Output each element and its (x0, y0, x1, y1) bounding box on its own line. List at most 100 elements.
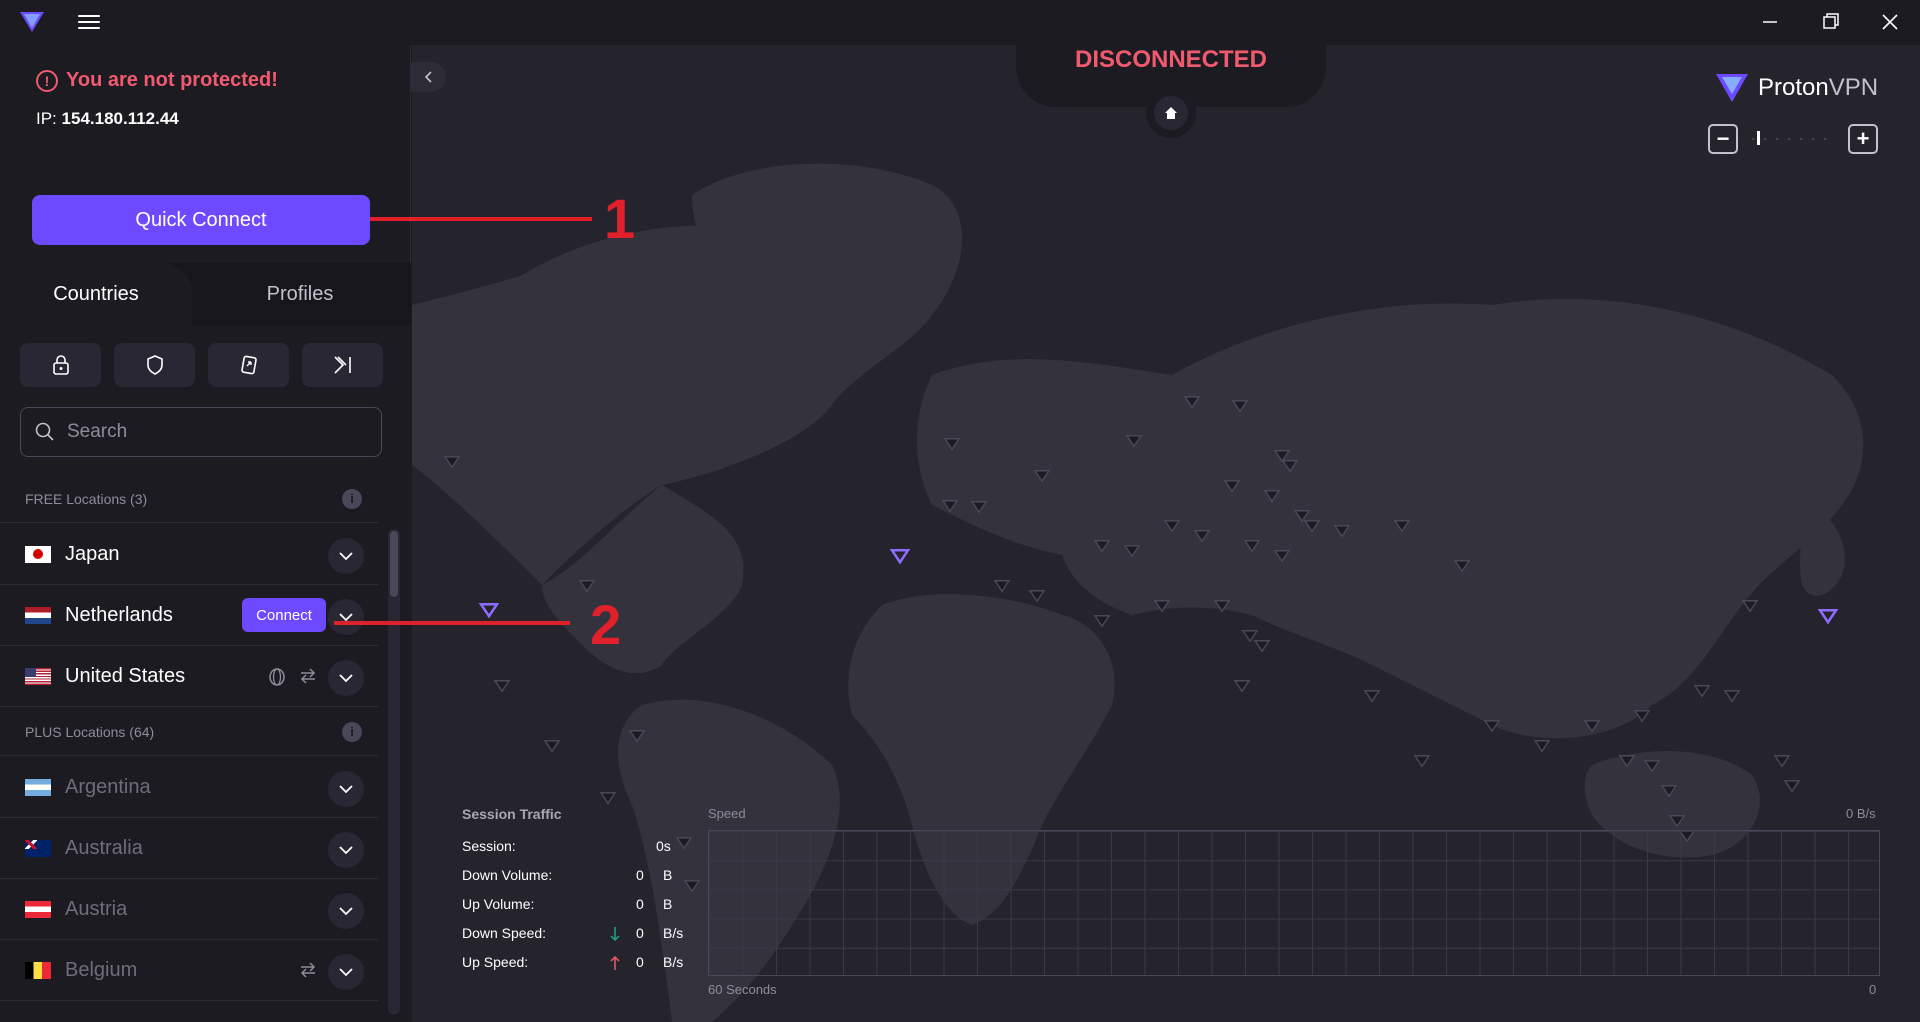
free-server-marker[interactable] (1817, 608, 1839, 625)
server-marker[interactable] (1253, 640, 1271, 653)
server-marker[interactable] (1723, 690, 1741, 703)
close-icon[interactable] (1870, 8, 1910, 36)
proton-vpn-brand: Proton VPN (1714, 72, 1878, 104)
server-marker[interactable] (1773, 755, 1791, 768)
country-row-japan[interactable]: Japan (0, 524, 378, 585)
tor-filter-button[interactable] (302, 343, 383, 387)
server-marker[interactable] (1783, 780, 1801, 793)
flag-japan-icon (25, 545, 51, 563)
tor-onion-icon (269, 668, 285, 686)
session-label: Session: (462, 838, 516, 854)
protection-warning-text: You are not protected! (66, 69, 278, 91)
country-row-argentina[interactable]: Argentina (0, 757, 378, 818)
search-box[interactable] (20, 407, 382, 457)
connect-button[interactable]: Connect (242, 598, 326, 632)
country-row-belgium[interactable]: Belgium (0, 940, 378, 1001)
expand-button[interactable] (328, 954, 364, 990)
connection-status-text: DISCONNECTED (1074, 46, 1267, 73)
free-server-marker[interactable] (889, 548, 911, 565)
search-icon (35, 422, 54, 441)
expand-button[interactable] (328, 771, 364, 807)
up-volume-unit: B (663, 896, 673, 912)
expand-button[interactable] (328, 599, 364, 635)
server-marker[interactable] (1413, 755, 1431, 768)
shield-icon (146, 355, 163, 375)
server-marker[interactable] (1363, 690, 1381, 703)
restore-icon[interactable] (1810, 8, 1850, 36)
brand-vpn: VPN (1828, 74, 1879, 101)
annotation-number-2: 2 (590, 593, 622, 656)
server-marker[interactable] (1693, 685, 1711, 698)
tab-countries[interactable]: Countries (0, 263, 192, 325)
tab-profiles[interactable]: Profiles (200, 263, 400, 325)
server-marker[interactable] (993, 580, 1011, 593)
ip-value: 154.180.112.44 (61, 109, 179, 128)
speed-graph-label: Speed (708, 806, 746, 821)
filter-buttons (20, 343, 383, 387)
expand-button[interactable] (328, 893, 364, 929)
info-icon[interactable]: i (342, 721, 362, 742)
server-marker[interactable] (1741, 600, 1759, 613)
hamburger-icon[interactable] (78, 12, 100, 32)
info-icon[interactable]: i (342, 488, 362, 509)
p2p-icon (240, 355, 257, 375)
country-row-australia[interactable]: Australia (0, 818, 378, 879)
expand-button[interactable] (328, 538, 364, 574)
minimize-icon[interactable] (1750, 8, 1790, 36)
free-server-marker[interactable] (478, 602, 500, 619)
speed-graph (708, 830, 1880, 976)
secure-core-filter-button[interactable] (20, 343, 101, 387)
annotation-line-1 (370, 217, 592, 221)
country-row-united-states[interactable]: United States (0, 646, 378, 707)
country-name: Australia (65, 836, 143, 859)
session-value: 0s (656, 838, 671, 854)
server-marker[interactable] (1233, 680, 1251, 693)
chevron-left-icon (424, 71, 432, 83)
plus-locations-label: PLUS Locations (64) (25, 723, 155, 740)
up-speed-unit: B/s (663, 954, 684, 970)
server-marker[interactable] (543, 740, 561, 753)
server-marker[interactable] (599, 792, 617, 805)
server-marker[interactable] (1093, 615, 1111, 628)
home-button[interactable] (1146, 88, 1196, 138)
chevron-down-icon (339, 846, 353, 855)
list-scrollbar[interactable] (388, 529, 400, 1015)
server-marker[interactable] (1028, 590, 1046, 603)
collapse-sidebar-button[interactable] (411, 62, 446, 92)
speed-graph-time-label: 60 Seconds (708, 982, 777, 997)
down-speed-unit: B/s (663, 925, 684, 941)
quick-connect-button[interactable]: Quick Connect (32, 195, 370, 245)
up-speed-value: 0 (636, 954, 644, 970)
netshield-filter-button[interactable] (114, 343, 195, 387)
server-marker[interactable] (1241, 630, 1259, 643)
proton-vpn-logo-icon (1716, 74, 1748, 102)
p2p-filter-button[interactable] (208, 343, 289, 387)
session-traffic-title: Session Traffic (462, 806, 562, 822)
arrow-up-icon (610, 955, 620, 970)
flag-belgium-icon (25, 961, 51, 979)
server-marker[interactable] (493, 680, 511, 693)
feature-icons (268, 666, 318, 686)
server-marker[interactable] (1533, 740, 1551, 753)
country-row-netherlands[interactable]: Netherlands Connect (0, 585, 378, 646)
up-volume-value: 0 (636, 896, 644, 912)
zoom-slider-thumb[interactable] (1757, 131, 1760, 145)
expand-button[interactable] (328, 832, 364, 868)
expand-button[interactable] (328, 660, 364, 696)
tab-bar: Countries Profiles (0, 263, 411, 325)
zoom-slider-track[interactable] (1752, 138, 1836, 140)
chevron-down-icon (339, 552, 353, 561)
ip-label: IP: (36, 109, 57, 128)
p2p-arrows-icon (300, 962, 316, 978)
p2p-arrows-icon (300, 668, 316, 684)
country-list-panel: FREE Locations (3) i Japan Netherlands C… (0, 325, 411, 1022)
warning-icon: ! (36, 69, 58, 92)
plus-locations-header: PLUS Locations (64) i (0, 708, 378, 756)
annotation-line-2 (334, 621, 570, 625)
down-volume-label: Down Volume: (462, 867, 553, 883)
zoom-out-button[interactable]: − (1708, 124, 1738, 154)
country-row-austria[interactable]: Austria (0, 879, 378, 940)
scrollbar-thumb[interactable] (390, 531, 398, 597)
search-input[interactable] (67, 421, 347, 443)
zoom-in-button[interactable]: + (1848, 124, 1878, 154)
